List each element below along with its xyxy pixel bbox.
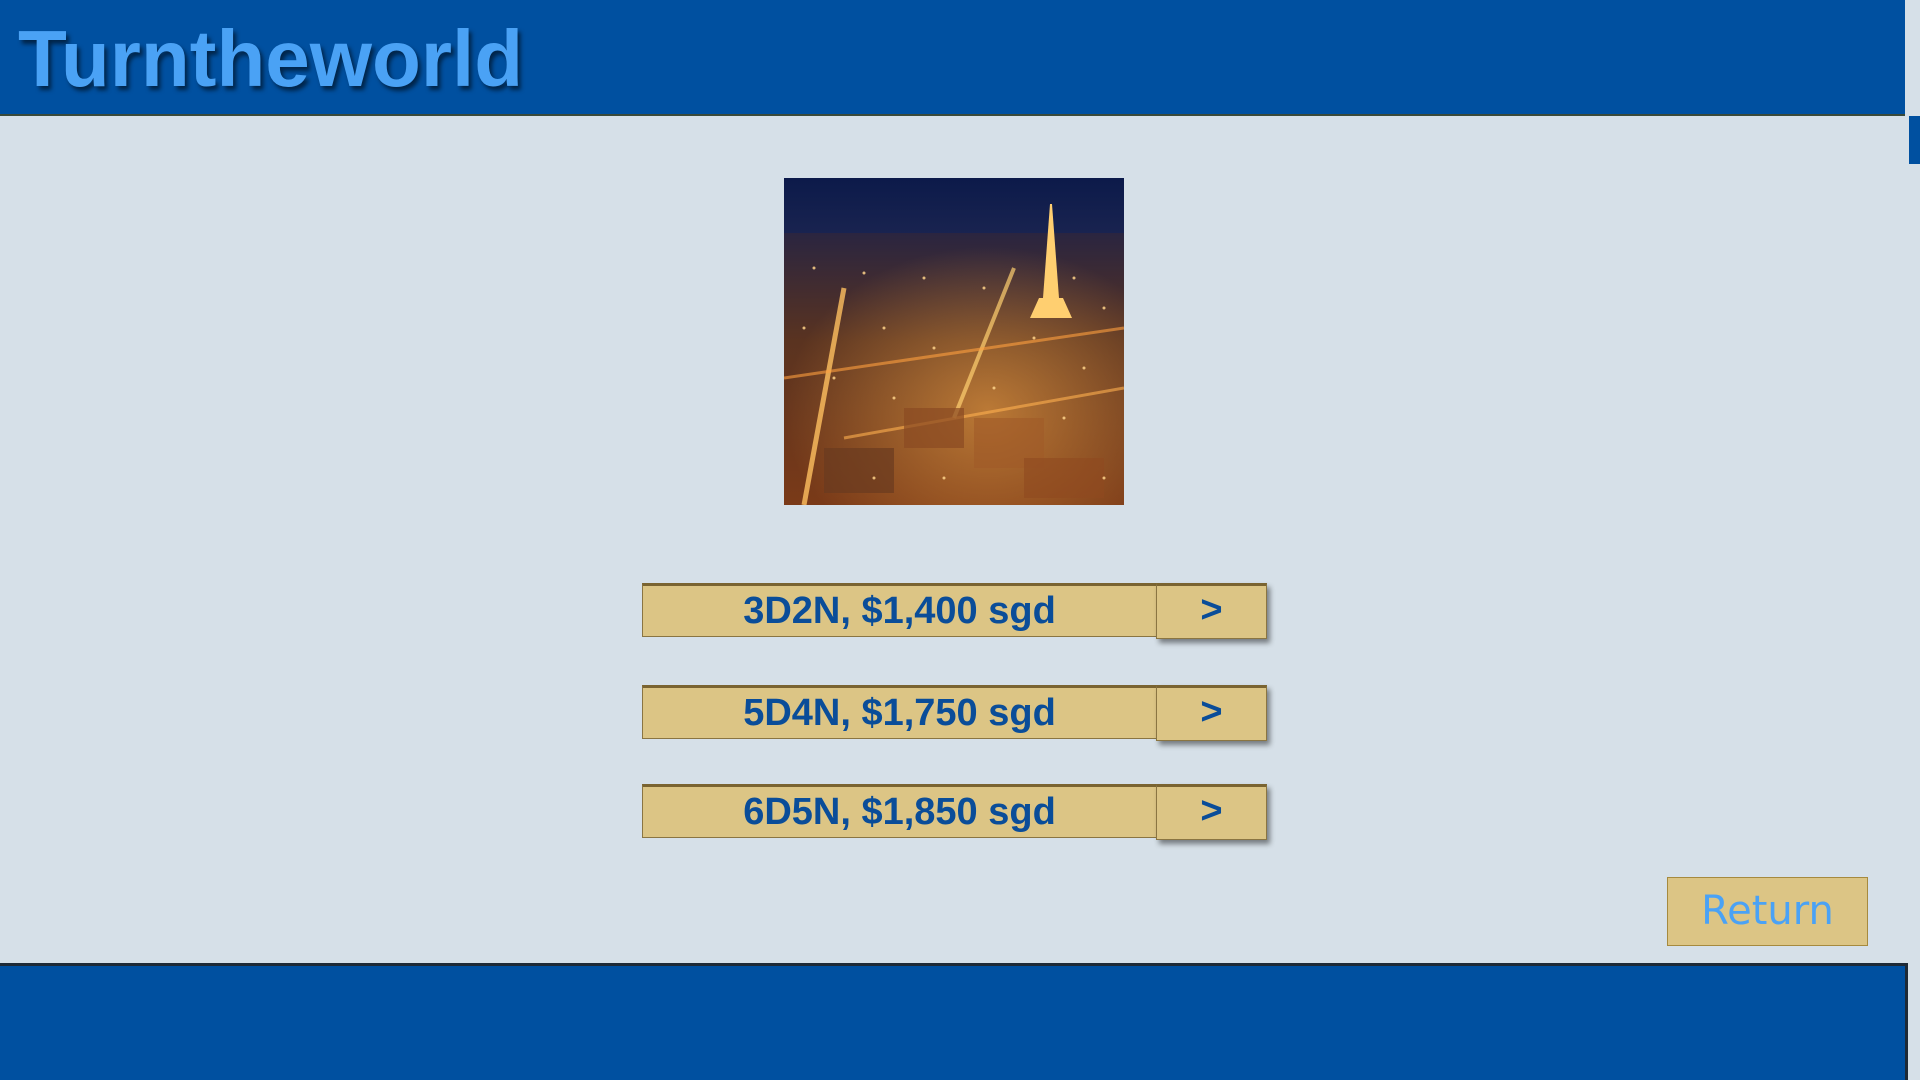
app-title: Turntheworld — [18, 14, 524, 103]
footer-edge — [1905, 963, 1908, 1080]
package-row: 3D2N, $1,400 sgd > — [642, 583, 1267, 639]
package-next-button[interactable]: > — [1156, 583, 1267, 639]
vertical-scrollbar[interactable] — [1905, 0, 1920, 1080]
footer-bar — [0, 963, 1905, 1080]
package-row: 5D4N, $1,750 sgd > — [642, 685, 1267, 741]
package-label: 6D5N, $1,850 sgd — [642, 784, 1157, 838]
scrollbar-thumb[interactable] — [1909, 116, 1920, 164]
destination-photo — [784, 178, 1124, 505]
header-bar: Turntheworld — [0, 0, 1905, 116]
app-window: Turntheworld 3D2N, $1,400 sgd > 5D4N, $1… — [0, 0, 1920, 1080]
package-label: 5D4N, $1,750 sgd — [642, 685, 1157, 739]
package-label: 3D2N, $1,400 sgd — [642, 583, 1157, 637]
package-next-button[interactable]: > — [1156, 784, 1267, 840]
return-button[interactable]: Return — [1667, 877, 1868, 946]
paris-night-image — [784, 178, 1124, 505]
package-row: 6D5N, $1,850 sgd > — [642, 784, 1267, 840]
package-next-button[interactable]: > — [1156, 685, 1267, 741]
